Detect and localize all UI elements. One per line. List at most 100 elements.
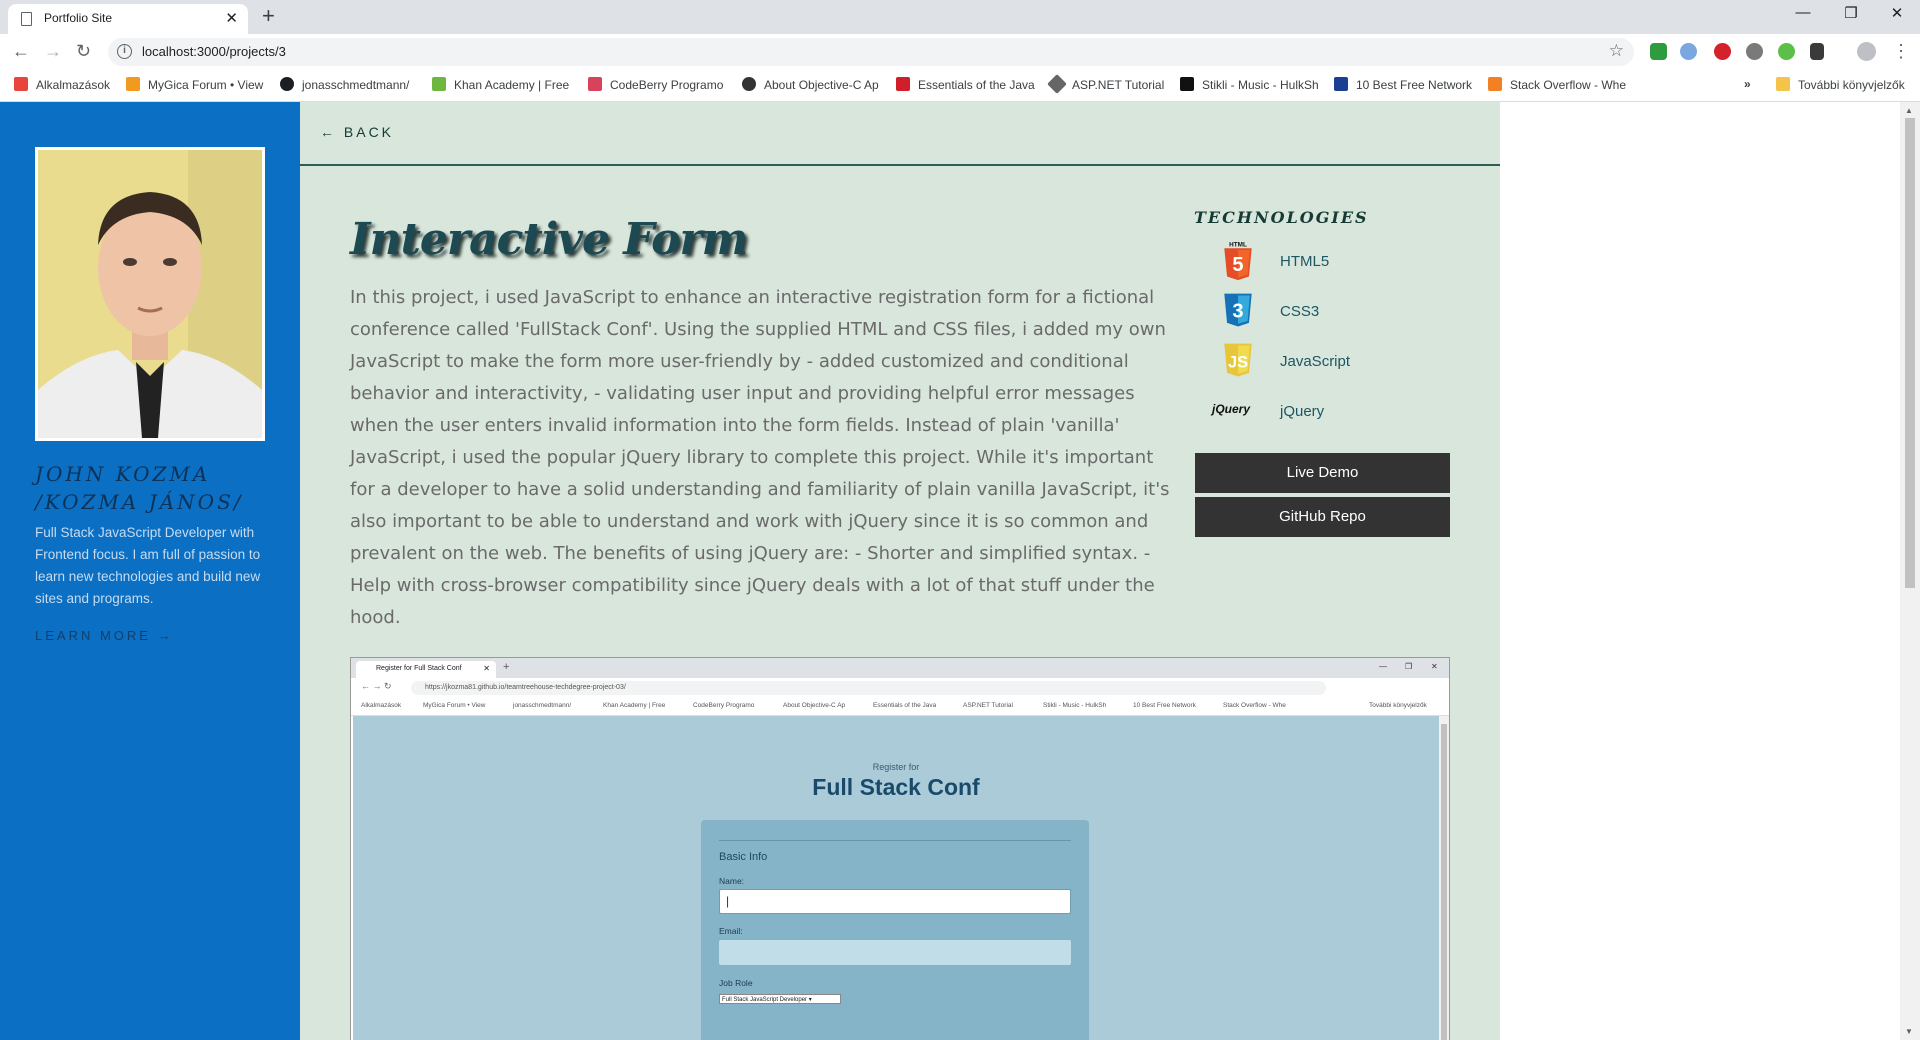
tech-item-css3: 3 CSS3 <box>1194 290 1454 336</box>
screenshot-restore-icon: ❐ <box>1405 662 1413 671</box>
screenshot-bookmark: 10 Best Free Network <box>1133 702 1196 709</box>
browser-toolbar: ← → ↻ i localhost:3000/projects/3 ☆ ⋮ <box>0 34 1920 70</box>
screenshot-job-role-label: Job Role <box>719 978 753 988</box>
profile-description: Full Stack JavaScript Developer with Fro… <box>35 525 261 606</box>
screenshot-url: https://jkozma81.github.io/teamtreehouse… <box>411 681 1326 695</box>
apps-grid-icon <box>14 77 28 91</box>
project-title: Interactive Form <box>350 214 748 265</box>
bookmark-codeberry[interactable]: CodeBerry Programo <box>588 77 723 92</box>
screenshot-bookmark: ASP.NET Tutorial <box>963 702 1013 709</box>
profile-name-hungarian: /KOZMA JÁNOS/ <box>35 490 244 514</box>
svg-text:3: 3 <box>1232 300 1243 322</box>
profile-name-line: JOHN KOZMA <box>35 462 211 486</box>
page-viewport: JOHN KOZMA /KOZMA JÁNOS/ Full Stack Java… <box>0 102 1900 1040</box>
project-screenshot: Register for Full Stack Conf ✕ + — ❐ ✕ ←… <box>350 657 1450 1040</box>
info-icon[interactable]: i <box>117 44 132 59</box>
screenshot-bookmarks-bar: Alkalmazások MyGica Forum • View jonassc… <box>351 698 1449 716</box>
aspnet-icon <box>1047 74 1067 94</box>
html5-badge-text: HTML <box>1229 241 1247 248</box>
profile-name: JOHN KOZMA /KOZMA JÁNOS/ <box>35 460 275 516</box>
bookmark-apple[interactable]: About Objective-C Ap <box>742 77 879 92</box>
bookmark-other-folder[interactable]: További könyvjelzők <box>1776 77 1905 92</box>
bookmarks-overflow-icon[interactable]: » <box>1744 77 1751 91</box>
bookmark-github[interactable]: jonasschmedtmann/ <box>280 77 409 92</box>
screenshot-bookmark: About Objective-C Ap <box>783 702 846 709</box>
browser-tab-strip: Portfolio Site ✕ + — ❐ ✕ <box>0 0 1920 34</box>
minimize-icon[interactable]: — <box>1780 4 1826 21</box>
profile-avatar-icon[interactable] <box>1857 42 1876 61</box>
screenshot-job-role-select: Full Stack JavaScript Developer ▾ <box>719 994 841 1004</box>
bookmark-aspnet[interactable]: ASP.NET Tutorial <box>1047 74 1164 94</box>
project-main: ← BACK Interactive Form In this project,… <box>300 102 1500 1040</box>
screenshot-address-bar: ← → ↻ https://jkozma81.github.io/teamtre… <box>351 678 1449 698</box>
screenshot-new-tab-icon: + <box>503 661 510 673</box>
extension-icon[interactable] <box>1778 43 1795 60</box>
extension-icon[interactable] <box>1680 43 1697 60</box>
scrollbar-thumb[interactable] <box>1905 118 1915 588</box>
close-tab-icon[interactable]: ✕ <box>225 9 238 27</box>
live-demo-button[interactable]: Live Demo <box>1195 453 1450 493</box>
screenshot-scrollbar <box>1439 716 1449 1040</box>
new-tab-icon[interactable]: + <box>262 3 275 29</box>
screenshot-minimize-icon: — <box>1379 662 1387 671</box>
reload-icon[interactable]: ↻ <box>76 41 91 62</box>
bookmark-mygica[interactable]: MyGica Forum • View <box>126 77 263 92</box>
tech-label: HTML5 <box>1280 253 1330 270</box>
back-link[interactable]: ← BACK <box>320 124 394 140</box>
screenshot-tab-strip: Register for Full Stack Conf ✕ + — ❐ ✕ <box>351 658 1449 678</box>
tab-title: Portfolio Site <box>44 11 113 25</box>
cors-extension-icon[interactable] <box>1650 43 1667 60</box>
scroll-up-icon[interactable]: ▲ <box>1905 106 1913 115</box>
page-scrollbar[interactable]: ▲ ▼ <box>1900 102 1920 1040</box>
back-arrow-icon[interactable]: ← <box>12 41 30 62</box>
screenshot-page: Register for Full Stack Conf Basic Info … <box>353 716 1439 1040</box>
screenshot-tab: Register for Full Stack Conf ✕ <box>356 661 496 678</box>
screenshot-bookmark: Alkalmazások <box>361 702 402 709</box>
yab-extension-icon[interactable] <box>1714 43 1731 60</box>
project-description: In this project, i used JavaScript to en… <box>350 287 1170 628</box>
technologies-heading: TECHNOLOGIES <box>1194 208 1369 227</box>
forward-arrow-icon[interactable]: → <box>44 41 62 62</box>
jquery-icon: jQuery <box>1212 402 1251 416</box>
page-icon <box>21 12 32 26</box>
profile-photo <box>35 147 265 441</box>
music-icon <box>1180 77 1194 91</box>
khan-leaf-icon <box>432 77 446 91</box>
eyedropper-extension-icon[interactable] <box>1810 43 1824 60</box>
svg-text:JS: JS <box>1228 353 1248 371</box>
learn-more-link[interactable]: LEARN MORE → <box>35 628 174 643</box>
window-close-icon[interactable]: ✕ <box>1874 4 1920 22</box>
tech-item-javascript: JS JavaScript <box>1194 340 1454 386</box>
css3-icon: 3 <box>1224 293 1252 327</box>
mygica-icon <box>126 77 140 91</box>
screenshot-email-label: Email: <box>719 926 743 936</box>
browser-tab[interactable]: Portfolio Site ✕ <box>8 4 248 34</box>
codeberry-icon <box>588 77 602 91</box>
screenshot-tab-title: Register for Full Stack Conf <box>376 665 462 672</box>
bookmark-stackoverflow[interactable]: Stack Overflow - Whe <box>1488 77 1626 92</box>
address-bar[interactable]: i localhost:3000/projects/3 ☆ <box>108 38 1634 66</box>
scroll-down-icon[interactable]: ▼ <box>1905 1027 1913 1036</box>
oracle-icon <box>896 77 910 91</box>
screenshot-bookmark: Stikli - Music - HulkSh <box>1043 702 1107 709</box>
bookmark-stikli[interactable]: Stikli - Music - HulkSh <box>1180 77 1319 92</box>
bookmark-star-icon[interactable]: ☆ <box>1609 41 1624 61</box>
back-bar: ← BACK <box>300 102 1500 166</box>
tech-label: jQuery <box>1280 403 1325 420</box>
restore-icon[interactable]: ❐ <box>1828 4 1874 22</box>
github-repo-button[interactable]: GitHub Repo <box>1195 497 1450 537</box>
profile-sidebar: JOHN KOZMA /KOZMA JÁNOS/ Full Stack Java… <box>0 102 300 1040</box>
screenshot-form-divider <box>719 840 1071 841</box>
bookmark-apps[interactable]: Alkalmazások <box>14 77 110 92</box>
screenshot-form: Basic Info Name: | Email: Job Role Full … <box>701 820 1089 1040</box>
bookmark-khan[interactable]: Khan Academy | Free <box>432 77 569 92</box>
bookmark-java[interactable]: Essentials of the Java <box>896 77 1035 92</box>
svg-text:5: 5 <box>1232 254 1243 276</box>
extension-icon[interactable] <box>1746 43 1763 60</box>
tech-label: JavaScript <box>1280 353 1351 370</box>
bookmark-network[interactable]: 10 Best Free Network <box>1334 77 1472 92</box>
screenshot-basic-info: Basic Info <box>719 851 768 863</box>
menu-kebab-icon[interactable]: ⋮ <box>1892 41 1910 62</box>
javascript-icon: JS <box>1224 343 1252 377</box>
tech-label: CSS3 <box>1280 303 1320 320</box>
